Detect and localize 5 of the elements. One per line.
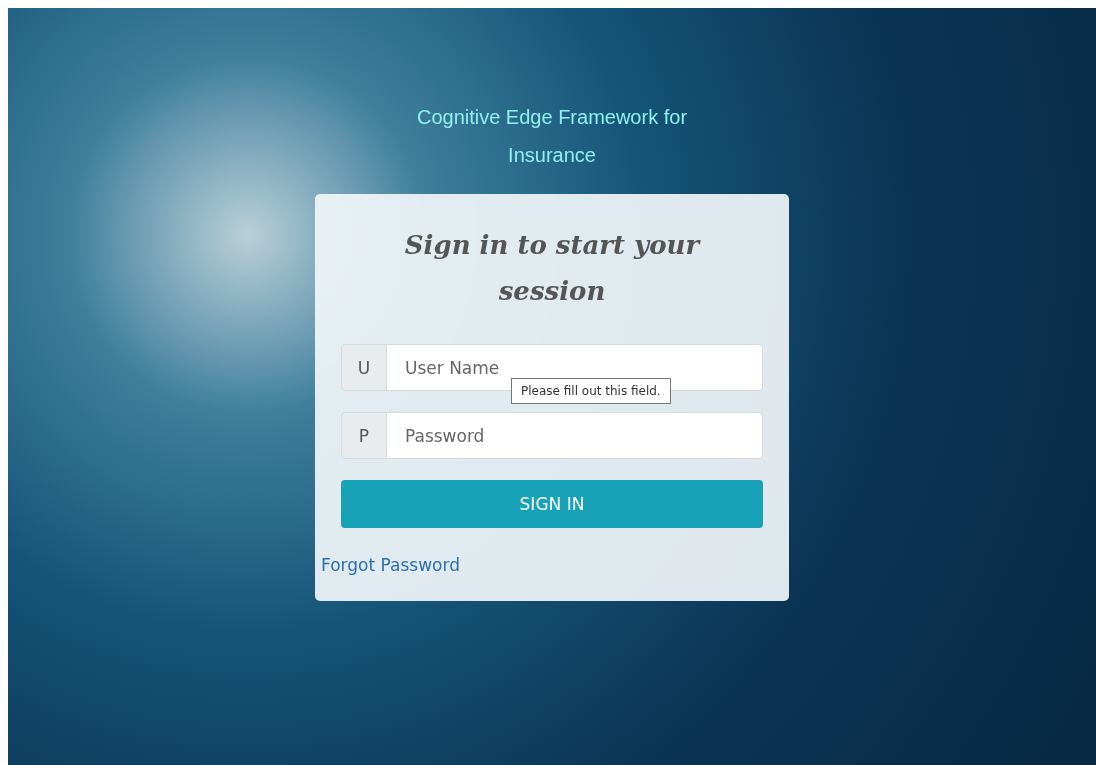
- validation-tooltip: Please fill out this field.: [511, 378, 671, 404]
- field-addon: P: [341, 412, 387, 459]
- field-addon: U: [341, 344, 387, 391]
- card-heading: Sign in to start your session: [403, 229, 702, 308]
- app-title: Cognitive Edge Framework for Insurance: [415, 105, 689, 168]
